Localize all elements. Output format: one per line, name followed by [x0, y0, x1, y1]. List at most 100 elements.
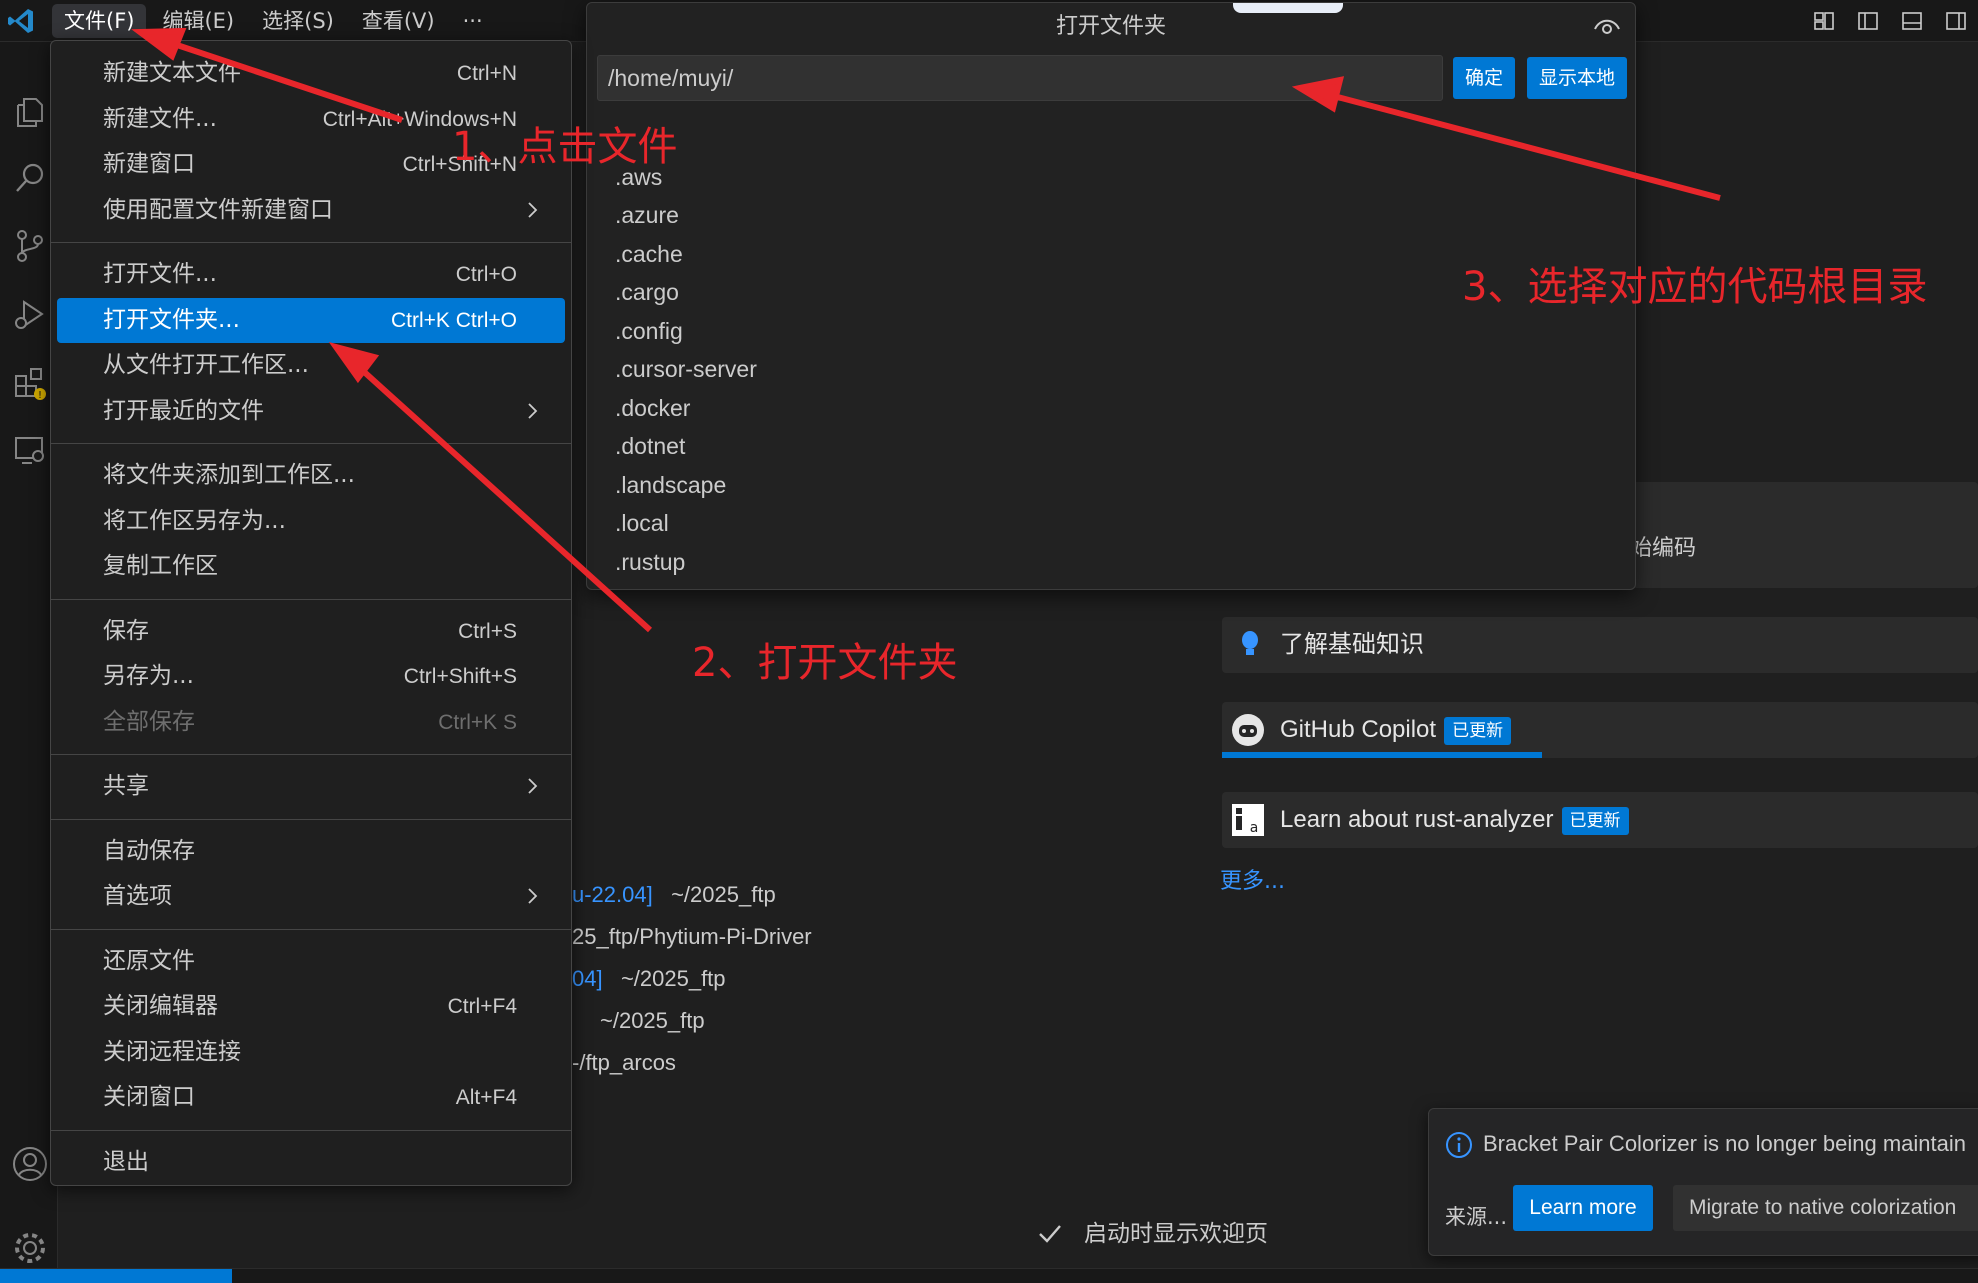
menu-item-shortcut: Alt+F4: [455, 1086, 517, 1109]
eye-icon[interactable]: [1593, 15, 1621, 37]
menu-more[interactable]: ···: [451, 4, 495, 38]
vscode-window: 文件(F) 编辑(E) 选择(S) 查看(V) ··· ! 始编码 了解基础知识…: [0, 0, 1978, 1283]
recent-item[interactable]: ~/2025_ftp: [600, 1006, 705, 1036]
copilot-icon: [1232, 714, 1264, 746]
folder-entry[interactable]: .aws: [615, 158, 1515, 197]
walkthrough-title: GitHub Copilot 已更新: [1280, 702, 1512, 758]
remote-explorer-icon[interactable]: [8, 428, 52, 472]
file-menu: 新建文本文件 Ctrl+N 新建文件... Ctrl+Alt+Windows+N 新建窗…: [50, 40, 572, 1186]
folder-entry[interactable]: .landscape: [615, 466, 1515, 505]
file-menu-item[interactable]: 另存为... Ctrl+Shift+S: [57, 654, 565, 700]
menu-item-shortcut: Ctrl+Shift+S: [403, 665, 517, 688]
folder-entry[interactable]: .dotnet: [615, 427, 1515, 466]
checkbox-check-icon[interactable]: [1034, 1218, 1066, 1250]
recent-item[interactable]: u-22.04] ~/2025_ftp: [572, 880, 776, 910]
file-menu-item[interactable]: 退出: [57, 1140, 565, 1186]
menu-item-label: 还原文件: [103, 947, 195, 974]
menu-item-label: 新建文本文件: [103, 60, 241, 86]
menu-item-shortcut: Ctrl+O: [455, 263, 517, 286]
accounts-icon[interactable]: [8, 1142, 52, 1186]
file-menu-item[interactable]: 从文件打开工作区...: [57, 343, 565, 389]
remote-indicator[interactable]: [0, 1269, 232, 1283]
file-menu-item[interactable]: 首选项: [57, 874, 565, 920]
file-menu-item[interactable]: 还原文件: [57, 939, 565, 985]
menu-separator: [51, 443, 571, 444]
chevron-right-icon: [528, 888, 538, 904]
source-control-icon[interactable]: [8, 224, 52, 268]
learn-more-button[interactable]: Learn more: [1513, 1185, 1653, 1231]
menu-separator: [51, 1129, 571, 1131]
ok-button[interactable]: 确定: [1453, 57, 1515, 99]
file-menu-item[interactable]: 将工作区另存为...: [57, 499, 565, 545]
recent-item[interactable]: 25_ftp/Phytium-Pi-Driver: [572, 922, 812, 952]
file-menu-item[interactable]: 共享: [57, 764, 565, 810]
folder-entry[interactable]: .rustup: [615, 543, 1515, 582]
annotation-step3: 3、选择对应的代码根目录: [1462, 264, 1928, 310]
menu-edit[interactable]: 编辑(E): [150, 4, 246, 38]
toggle-panel-icon[interactable]: [1890, 6, 1934, 36]
explorer-icon[interactable]: [8, 90, 52, 134]
search-icon[interactable]: [8, 156, 52, 200]
menu-separator: [51, 598, 571, 600]
migrate-button[interactable]: Migrate to native colorization: [1673, 1185, 1978, 1231]
customize-layout-icon[interactable]: [1802, 6, 1846, 36]
menu-item-label: 使用配置文件新建窗口: [103, 196, 333, 223]
walkthrough-copilot[interactable]: GitHub Copilot 已更新: [1222, 702, 1978, 758]
folder-path-input[interactable]: /home/muyi/: [597, 55, 1443, 101]
startup-label: 启动时显示欢迎页: [1084, 1221, 1268, 1247]
folder-entry[interactable]: .cursor-server: [615, 350, 1515, 389]
toggle-sidebar-icon[interactable]: [1846, 6, 1890, 36]
file-menu-item[interactable]: 复制工作区: [57, 544, 565, 590]
menu-file[interactable]: 文件(F): [52, 4, 147, 38]
walkthrough-rust-analyzer[interactable]: a Learn about rust-analyzer 已更新: [1222, 792, 1978, 848]
folder-entry[interactable]: .config: [615, 312, 1515, 351]
file-menu-item[interactable]: 关闭编辑器 Ctrl+F4: [57, 984, 565, 1030]
menu-item-label: 将文件夹添加到工作区...: [103, 462, 355, 488]
file-menu-item[interactable]: 打开最近的文件: [57, 389, 565, 435]
file-menu-item[interactable]: 关闭远程连接: [57, 1030, 565, 1076]
file-menu-item[interactable]: 自动保存: [57, 829, 565, 875]
file-menu-item[interactable]: 打开文件夹... Ctrl+K Ctrl+O: [57, 297, 565, 343]
file-menu-item[interactable]: 将文件夹添加到工作区...: [57, 453, 565, 499]
manage-gear-icon[interactable]: [8, 1226, 52, 1270]
recent-item[interactable]: 04] ~/2025_ftp: [572, 964, 726, 994]
menu-separator: [51, 242, 571, 243]
notification-message: Bracket Pair Colorizer is no longer bein…: [1483, 1131, 1967, 1156]
more-walkthroughs-link[interactable]: 更多...: [1220, 866, 1285, 898]
folder-entry[interactable]: .ssh: [615, 581, 1515, 589]
notification-source[interactable]: 来源...: [1445, 1195, 1507, 1239]
recent-item[interactable]: -/ftp_arcos: [572, 1048, 676, 1078]
file-menu-item[interactable]: 使用配置文件新建窗口: [57, 188, 565, 234]
folder-entry[interactable]: .local: [615, 504, 1515, 543]
run-debug-icon[interactable]: [8, 292, 52, 336]
folder-entry[interactable]: .docker: [615, 389, 1515, 428]
layout-controls: [1802, 6, 1978, 36]
menu-item-label: 从文件打开工作区...: [103, 352, 309, 378]
updated-badge: 已更新: [1561, 806, 1629, 835]
status-bar: [0, 1268, 1978, 1283]
file-menu-item[interactable]: 保存 Ctrl+S: [57, 609, 565, 655]
menu-item-label: 保存: [103, 617, 149, 644]
menu-item-label: 将工作区另存为...: [103, 507, 286, 534]
menu-view[interactable]: 查看(V): [350, 4, 447, 38]
extensions-icon[interactable]: !: [8, 360, 52, 404]
dialog-title: 打开文件夹: [1055, 14, 1166, 39]
file-menu-item[interactable]: 新建文本文件 Ctrl+N: [57, 51, 565, 97]
menu-item-label: 首选项: [103, 883, 172, 909]
file-menu-item[interactable]: 关闭窗口 Alt+F4: [57, 1075, 565, 1121]
menu-selection[interactable]: 选择(S): [250, 4, 346, 38]
menu-item-shortcut: Ctrl+K S: [438, 710, 517, 734]
toggle-secondary-sidebar-icon[interactable]: [1934, 6, 1978, 36]
menu-item-label: 打开文件...: [103, 261, 217, 287]
walkthrough-basics[interactable]: 了解基础知识: [1222, 617, 1978, 673]
walkthrough-title: Learn about rust-analyzer 已更新: [1280, 792, 1629, 848]
show-local-button[interactable]: 显示本地: [1527, 57, 1627, 99]
menu-item-label: 新建窗口: [103, 151, 195, 177]
file-menu-item[interactable]: 打开文件... Ctrl+O: [57, 252, 565, 298]
menu-item-label: 共享: [103, 773, 149, 799]
menu-item-shortcut: Ctrl+S: [458, 619, 517, 643]
walkthrough-progress: [1222, 752, 1542, 758]
folder-entry[interactable]: .azure: [615, 196, 1515, 235]
folder-entry[interactable]: .cache: [615, 235, 1515, 274]
folder-entry[interactable]: .cargo: [615, 273, 1515, 312]
